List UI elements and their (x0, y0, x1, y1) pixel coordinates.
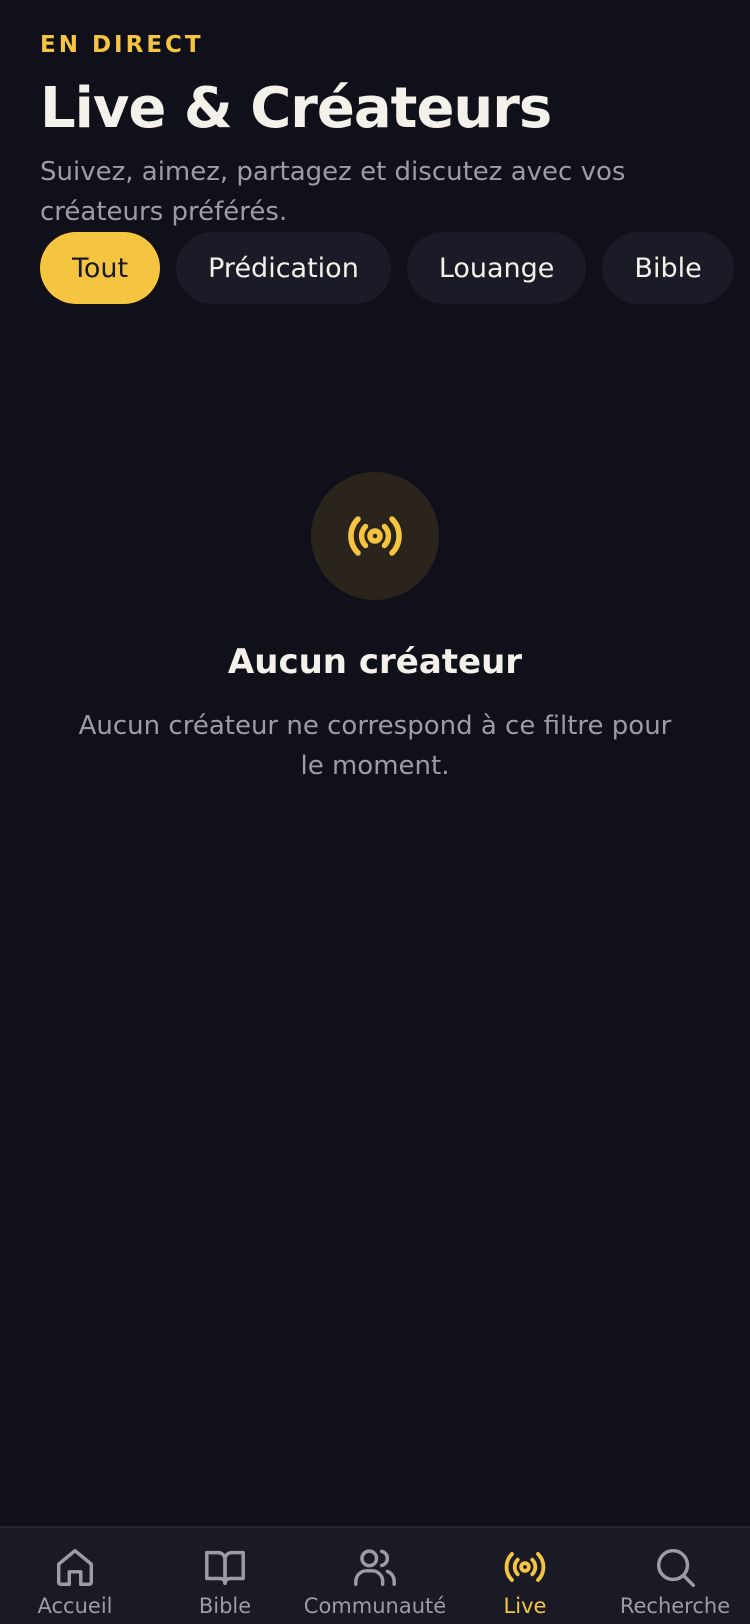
broadcast-icon (504, 1552, 546, 1582)
filter-chip-predication[interactable]: Prédication (176, 232, 391, 304)
empty-state-icon-badge (311, 472, 439, 600)
tab-communaute[interactable]: Communauté (300, 1528, 450, 1624)
filter-chip-tout[interactable]: Tout (40, 232, 161, 304)
live-creators-screen: EN DIRECT Live & Créateurs Suivez, aimez… (0, 0, 750, 1624)
tab-bible[interactable]: Bible (150, 1528, 300, 1624)
bottom-tab-bar: Accueil Bible Communauté Live Recherche (0, 1526, 750, 1624)
filter-chip-bible[interactable]: Bible (602, 232, 734, 304)
tab-label: Communauté (303, 1594, 447, 1618)
empty-state: Aucun créateur Aucun créateur ne corresp… (0, 472, 750, 786)
users-icon (354, 1549, 396, 1586)
broadcast-icon (348, 516, 402, 556)
tab-accueil[interactable]: Accueil (0, 1528, 150, 1624)
tab-live[interactable]: Live (450, 1528, 600, 1624)
filter-chips: Tout Prédication Louange Bible (40, 232, 750, 304)
filter-chip-louange[interactable]: Louange (406, 232, 587, 304)
empty-state-message: Aucun créateur ne correspond à ce filtre… (78, 711, 672, 781)
empty-state-title: Aucun créateur (227, 642, 523, 682)
tab-recherche[interactable]: Recherche (600, 1528, 750, 1624)
page-title: Live & Créateurs (40, 76, 552, 141)
tab-label: Accueil (37, 1594, 113, 1618)
tab-label: Live (503, 1594, 547, 1618)
page-subtitle: Suivez, aimez, partagez et discutez avec… (40, 157, 626, 227)
search-icon (656, 1548, 695, 1587)
tab-label: Bible (198, 1594, 252, 1618)
home-icon (56, 1548, 94, 1586)
book-icon (205, 1550, 245, 1586)
section-eyebrow: EN DIRECT (40, 32, 204, 58)
tab-label: Recherche (619, 1594, 731, 1618)
